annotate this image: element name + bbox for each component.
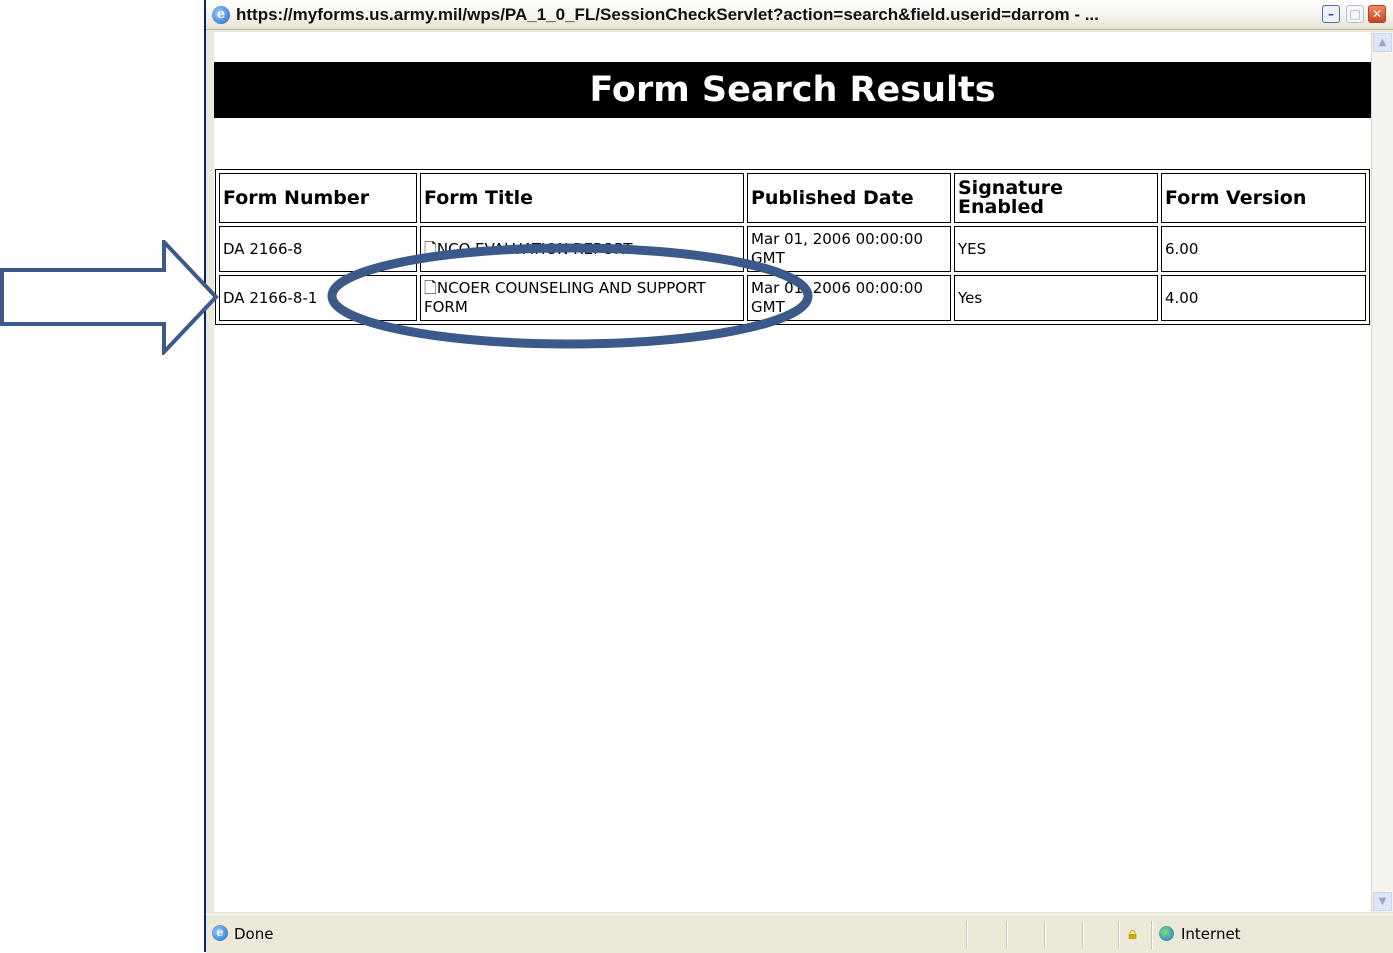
page-title: Form Search Results xyxy=(214,62,1371,118)
status-bar: e Done 🔒︎ Internet xyxy=(206,914,1393,953)
cell-form-version: 4.00 xyxy=(1161,275,1366,321)
close-button[interactable]: ✕ xyxy=(1368,5,1386,23)
document-icon: 🗋 xyxy=(424,238,437,258)
scroll-up-icon[interactable]: ▲ xyxy=(1373,33,1392,52)
cell-form-version: 6.00 xyxy=(1161,226,1366,272)
maximize-button[interactable]: □ xyxy=(1346,5,1364,23)
status-divider xyxy=(1044,921,1046,949)
cell-form-number: DA 2166-8 xyxy=(219,226,417,272)
cell-form-title[interactable]: 🗋NCOER COUNSELING AND SUPPORT FORM xyxy=(420,275,744,321)
header-published-date: Published Date xyxy=(747,173,951,223)
status-text: Done xyxy=(234,925,274,943)
form-title-link[interactable]: NCO EVALUATION REPORT xyxy=(437,240,633,258)
results-table: Form Number Form Title Published Date Si… xyxy=(215,169,1370,325)
browser-window: e https://myforms.us.army.mil/wps/PA_1_0… xyxy=(204,0,1393,953)
table-row: DA 2166-8 🗋NCO EVALUATION REPORT Mar 01,… xyxy=(219,226,1366,272)
lock-icon: 🔒︎ xyxy=(1128,924,1138,944)
status-divider xyxy=(966,921,968,949)
table-header-row: Form Number Form Title Published Date Si… xyxy=(219,173,1366,223)
status-divider xyxy=(1006,921,1008,949)
header-form-number: Form Number xyxy=(219,173,417,223)
header-form-version: Form Version xyxy=(1161,173,1366,223)
header-signature-enabled: Signature Enabled xyxy=(954,173,1158,223)
status-divider xyxy=(1151,921,1153,949)
security-zone-label: Internet xyxy=(1181,925,1241,943)
page-content: Form Search Results Form Number Form Tit… xyxy=(214,32,1371,912)
table-row: DA 2166-8-1 🗋NCOER COUNSELING AND SUPPOR… xyxy=(219,275,1366,321)
form-title-link[interactable]: NCOER COUNSELING AND SUPPORT FORM xyxy=(424,279,706,316)
annotation-arrow xyxy=(0,240,219,355)
cell-published-date: Mar 01, 2006 00:00:00 GMT xyxy=(747,226,951,272)
internet-explorer-icon: e xyxy=(212,6,230,24)
cell-form-number: DA 2166-8-1 xyxy=(219,275,417,321)
cell-signature-enabled: Yes xyxy=(954,275,1158,321)
scroll-down-icon[interactable]: ▼ xyxy=(1373,892,1392,911)
document-icon: 🗋 xyxy=(424,278,437,297)
cell-published-date: Mar 01, 2006 00:00:00 GMT xyxy=(747,275,951,321)
header-form-title: Form Title xyxy=(420,173,744,223)
status-divider xyxy=(1118,921,1120,949)
title-bar[interactable]: e https://myforms.us.army.mil/wps/PA_1_0… xyxy=(206,0,1393,30)
vertical-scrollbar[interactable]: ▲ ▼ xyxy=(1371,32,1393,912)
minimize-button[interactable]: – xyxy=(1322,5,1340,23)
page-status-icon: e xyxy=(212,925,228,941)
status-divider xyxy=(1082,921,1084,949)
window-title: https://myforms.us.army.mil/wps/PA_1_0_F… xyxy=(236,5,1099,24)
internet-zone-icon xyxy=(1159,926,1174,941)
cell-form-title[interactable]: 🗋NCO EVALUATION REPORT xyxy=(420,226,744,272)
cell-signature-enabled: YES xyxy=(954,226,1158,272)
